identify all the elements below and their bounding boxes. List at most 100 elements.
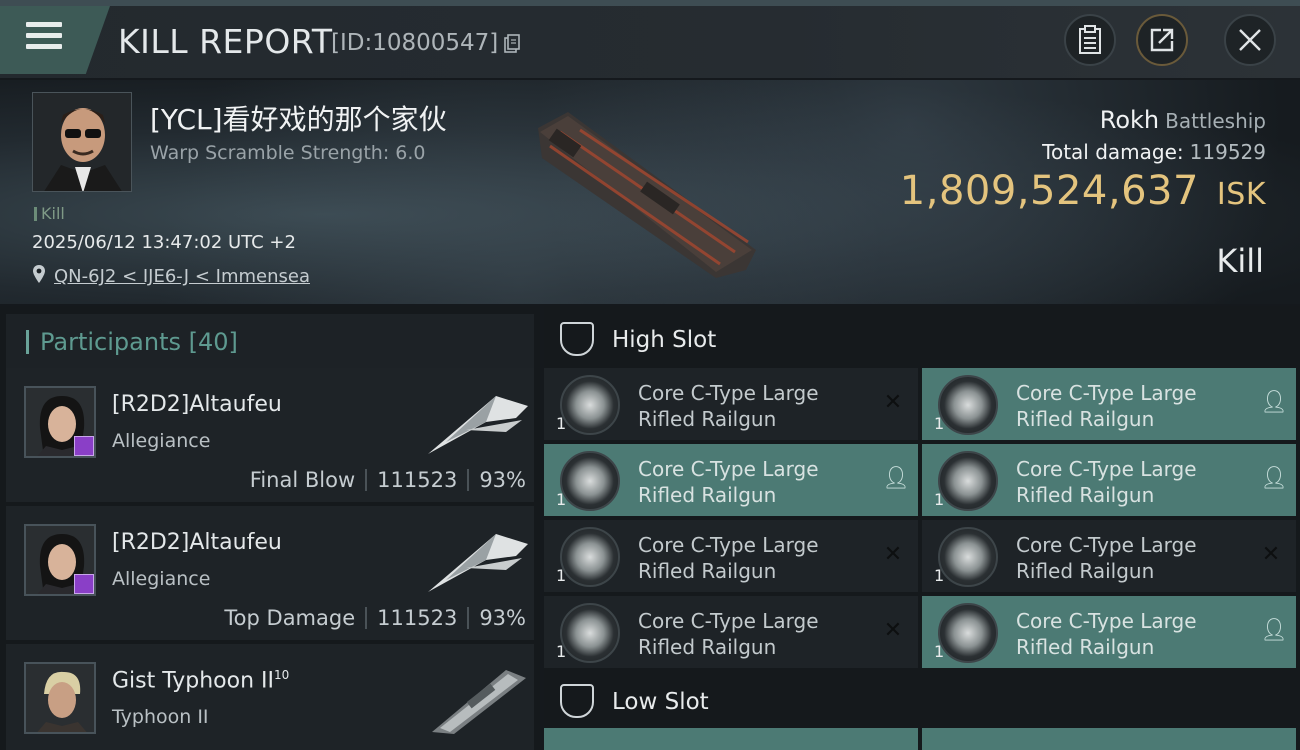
share-icon [1150, 28, 1174, 52]
module-slot[interactable]: 1 Core C-Type Large Rifled Railgun ✕ [544, 368, 918, 440]
railgun-module-icon [560, 451, 620, 511]
module-quantity: 1 [556, 414, 567, 433]
module-quantity: 1 [934, 414, 945, 433]
railgun-module-icon [938, 527, 998, 587]
victim-name[interactable]: [YCL]看好戏的那个家伙 [150, 98, 447, 138]
module-slot[interactable]: 1 Core C-Type Large Rifled Railgun ✕ [544, 520, 918, 592]
module-slot[interactable] [544, 728, 918, 750]
participant-row[interactable]: [R2D2]Altaufeu Allegiance Final Blow 1115… [6, 368, 534, 502]
warp-scramble: Warp Scramble Strength: 6.0 [150, 142, 426, 164]
victim-summary: [YCL]看好戏的那个家伙 Warp Scramble Strength: 6.… [0, 80, 1300, 304]
module-slot[interactable]: 1 Core C-Type Large Rifled Railgun ✕ [922, 520, 1296, 592]
high-slot-header: High Slot [544, 310, 1300, 364]
module-name: Core C-Type Large Rifled Railgun [1016, 533, 1197, 583]
report-id: [ID:10800547] [331, 30, 499, 56]
participant-percent: 93% [479, 606, 526, 630]
page-title: KILL REPORT [118, 22, 333, 61]
module-quantity: 1 [934, 490, 945, 509]
ship-class: Battleship [1165, 109, 1266, 133]
module-slot[interactable]: 1 Core C-Type Large Rifled Railgun ✕ [544, 596, 918, 668]
location-link[interactable]: QN-6J2 < IJE6-J < Immensea [54, 266, 310, 287]
close-icon [1239, 29, 1261, 51]
module-name: Core C-Type Large Rifled Railgun [1016, 609, 1197, 659]
participant-avatar [24, 662, 96, 734]
participants-panel: Participants [40] [R2D2]Altaufeu Allegia… [0, 306, 540, 750]
participant-ship-icon [428, 396, 528, 454]
dropped-person-icon: 👤︎ [882, 466, 910, 491]
location-pin-icon [33, 265, 45, 283]
module-slot[interactable]: 1 Core C-Type Large Rifled Railgun 👤︎ [544, 444, 918, 516]
participant-stats: Top Damage 111523 93% [224, 606, 526, 630]
participant-row[interactable]: Gist Typhoon II10 Typhoon II [6, 644, 534, 750]
module-name: Core C-Type Large Rifled Railgun [1016, 381, 1197, 431]
alliance-badge-icon [74, 574, 94, 594]
result-label: Kill [1216, 242, 1264, 280]
participants-title: Participants [40] [40, 328, 238, 356]
low-slot-icon [560, 684, 594, 718]
participant-stats: Final Blow 111523 93% [250, 468, 526, 492]
alliance-badge-icon [74, 436, 94, 456]
participant-ship-icon [428, 534, 528, 592]
module-quantity: 1 [934, 642, 945, 661]
low-slot-header: Low Slot [544, 672, 1300, 726]
railgun-module-icon [938, 375, 998, 435]
participant-corp: Allegiance [112, 568, 211, 590]
victim-ship-image [538, 112, 756, 278]
top-bar: KILL REPORT [ID:10800547] [0, 0, 1300, 78]
module-name: Core C-Type Large Rifled Railgun [638, 381, 819, 431]
participant-name[interactable]: [R2D2]Altaufeu [112, 392, 282, 417]
total-damage: Total damage: 119529 [1042, 140, 1266, 164]
railgun-module-icon [560, 527, 620, 587]
isk-value: 1,809,524,637 ISK [900, 168, 1266, 214]
module-quantity: 1 [934, 566, 945, 585]
victim-portrait[interactable] [32, 92, 132, 192]
kill-tag: Kill [34, 204, 65, 223]
module-name: Core C-Type Large Rifled Railgun [1016, 457, 1197, 507]
victim-ship: Rokh Battleship [1100, 106, 1266, 134]
total-damage-label: Total damage: [1042, 140, 1184, 164]
participant-damage: 111523 [377, 606, 458, 630]
participant-name[interactable]: Gist Typhoon II10 [112, 668, 289, 693]
low-slot-title: Low Slot [612, 689, 709, 715]
participant-ship-icon [432, 670, 526, 734]
pilot-avatar [33, 93, 131, 191]
fitting-panel: High Slot 1 Core C-Type Large Rifled Rail… [544, 306, 1300, 750]
module-slot[interactable]: 1 Core C-Type Large Rifled Railgun 👤︎ [922, 444, 1296, 516]
module-name: Core C-Type Large Rifled Railgun [638, 533, 819, 583]
dropped-person-icon: 👤︎ [1260, 618, 1288, 643]
participant-percent: 93% [479, 468, 526, 492]
isk-amount: 1,809,524,637 [899, 168, 1199, 214]
module-name: Core C-Type Large Rifled Railgun [638, 609, 819, 659]
module-quantity: 1 [556, 566, 567, 585]
share-button[interactable] [1136, 14, 1188, 66]
total-damage-value: 119529 [1189, 140, 1266, 164]
module-slot[interactable]: 1 Core C-Type Large Rifled Railgun 👤︎ [922, 596, 1296, 668]
participant-role: Final Blow [249, 468, 356, 492]
participant-role: Top Damage [224, 606, 356, 630]
dropped-person-icon: 👤︎ [1260, 390, 1288, 415]
clipboard-icon [1079, 25, 1101, 54]
participant-name[interactable]: [R2D2]Altaufeu [112, 530, 282, 555]
destroyed-icon: ✕ [1261, 542, 1281, 567]
dropped-person-icon: 👤︎ [1260, 466, 1288, 491]
clipboard-button[interactable] [1064, 14, 1116, 66]
destroyed-icon: ✕ [883, 618, 903, 643]
module-quantity: 1 [556, 642, 567, 661]
high-slot-icon [560, 322, 594, 356]
module-slot[interactable]: 1 Core C-Type Large Rifled Railgun 👤︎ [922, 368, 1296, 440]
destroyed-icon: ✕ [883, 390, 903, 415]
module-slot[interactable] [922, 728, 1296, 750]
railgun-module-icon [560, 603, 620, 663]
isk-unit: ISK [1216, 177, 1266, 212]
destroyed-icon: ✕ [883, 542, 903, 567]
menu-icon[interactable] [26, 22, 62, 52]
copy-icon[interactable] [504, 34, 520, 54]
close-button[interactable] [1224, 14, 1276, 66]
participant-row[interactable]: [R2D2]Altaufeu Allegiance Top Damage 1115… [6, 506, 534, 640]
railgun-module-icon [938, 603, 998, 663]
participants-header[interactable]: Participants [40] [6, 314, 534, 368]
kill-date: 2025/06/12 13:47:02 UTC +2 [32, 232, 296, 253]
railgun-module-icon [560, 375, 620, 435]
module-quantity: 1 [556, 490, 567, 509]
participant-corp: Typhoon II [112, 706, 209, 728]
